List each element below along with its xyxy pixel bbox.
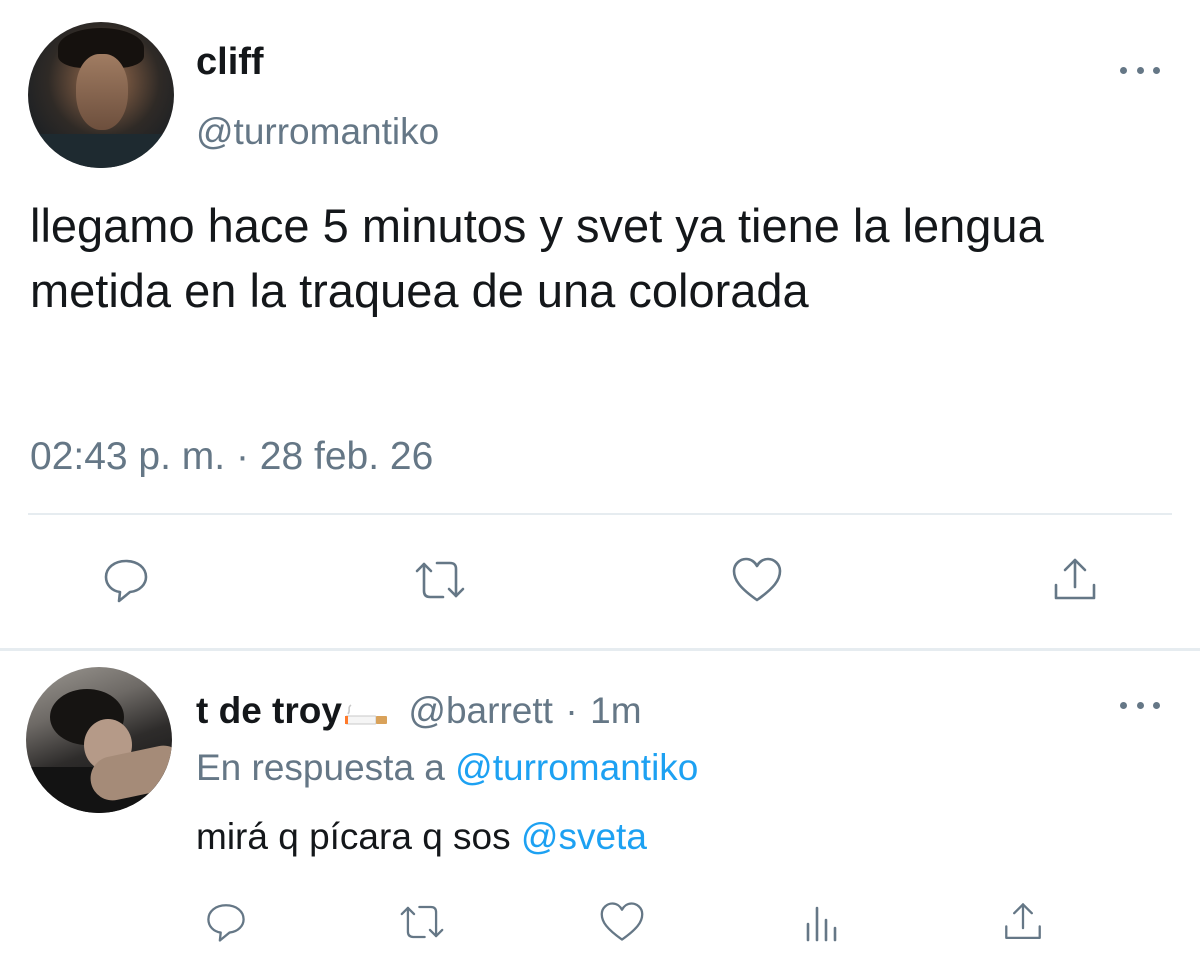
divider (28, 513, 1172, 515)
author-display-name[interactable]: cliff (196, 42, 264, 82)
in-reply-handle-link[interactable]: @turromantiko (455, 747, 698, 788)
in-reply-prefix: En respuesta a (196, 747, 445, 788)
in-reply-to: En respuesta a @turromantiko (196, 747, 698, 789)
retweet-icon[interactable] (392, 892, 452, 952)
more-options-icon[interactable] (1120, 699, 1160, 711)
share-icon[interactable] (1045, 550, 1105, 610)
mention-link[interactable]: @sveta (521, 816, 647, 857)
reply-handle[interactable]: @barrett (408, 690, 553, 731)
reply-icon[interactable] (96, 550, 156, 610)
separator-dot: · (565, 690, 578, 731)
more-options-icon[interactable] (1120, 64, 1160, 76)
tweet-text: llegamo hace 5 minutos y svet ya tiene l… (30, 199, 1044, 317)
like-icon[interactable] (727, 550, 787, 610)
like-icon[interactable] (592, 892, 652, 952)
reply-author-avatar[interactable] (26, 667, 172, 813)
reply-text-body: mirá q pícara q sos (196, 816, 511, 857)
reply-text: mirá q pícara q sos @sveta (196, 816, 647, 858)
author-handle[interactable]: @turromantiko (196, 112, 439, 152)
cigarette-icon (344, 704, 390, 733)
analytics-icon[interactable] (792, 892, 852, 952)
reply-time[interactable]: 1m (590, 690, 641, 731)
share-icon[interactable] (993, 892, 1053, 952)
reply-icon[interactable] (196, 892, 256, 952)
divider (0, 648, 1200, 651)
retweet-icon[interactable] (410, 550, 470, 610)
tweet-timestamp[interactable]: 02:43 p. m. · 28 feb. 26 (30, 433, 433, 481)
reply-header: t de troy @barrett · 1m (196, 690, 642, 733)
reply-display-name[interactable]: t de troy (196, 690, 342, 731)
author-avatar[interactable] (28, 22, 174, 168)
